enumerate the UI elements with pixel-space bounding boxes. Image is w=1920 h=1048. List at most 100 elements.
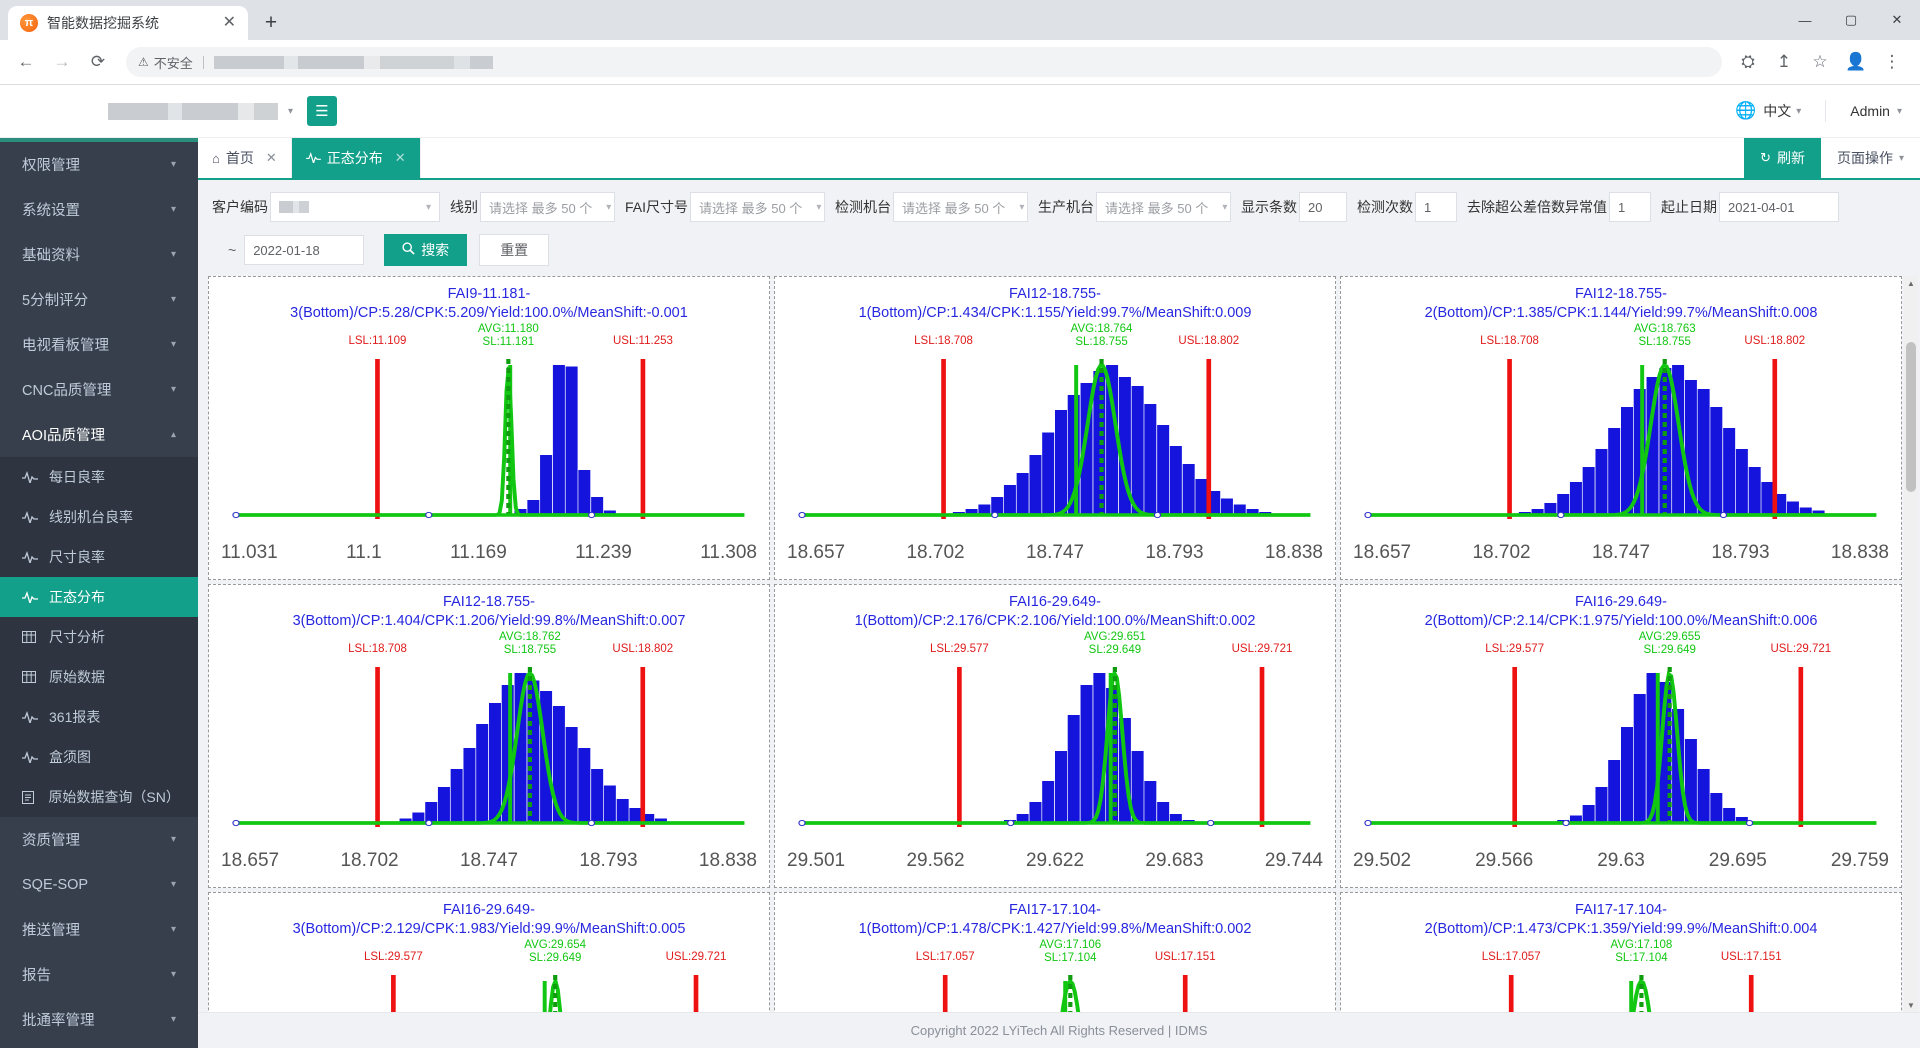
- sidebar-group-5point-score[interactable]: 5分制评分 ▾: [0, 277, 198, 322]
- chevron-down-icon[interactable]: ▾: [288, 106, 293, 117]
- search-button[interactable]: 搜索: [384, 234, 467, 266]
- page-tab-bar: ⌂ 首页 ✕ 正态分布 ✕ ↻ 刷新 页面操作 ▾: [198, 138, 1920, 180]
- chart-card[interactable]: FAI16-29.649-2(Bottom)/CP:2.14/CPK:1.975…: [1340, 584, 1902, 888]
- share-icon[interactable]: ↥: [1768, 46, 1800, 78]
- sidebar-group-sqe-sop[interactable]: SQE-SOP ▾: [0, 862, 198, 907]
- sidebar-group-push-management[interactable]: 推送管理 ▾: [0, 907, 198, 952]
- page-operations-label: 页面操作: [1837, 148, 1893, 168]
- chart-card[interactable]: FAI16-29.649-1(Bottom)/CP:2.176/CPK:2.10…: [774, 584, 1336, 888]
- window-close-icon[interactable]: ✕: [1874, 0, 1920, 40]
- normal-curve: [1366, 981, 1877, 1012]
- forward-icon[interactable]: →: [46, 46, 78, 78]
- maximize-icon[interactable]: ▢: [1828, 0, 1874, 40]
- vertical-scrollbar[interactable]: ▲ ▼: [1904, 276, 1918, 1012]
- reset-button[interactable]: 重置: [479, 234, 549, 266]
- bookmark-star-icon[interactable]: ☆: [1804, 46, 1836, 78]
- pulse-icon: [22, 711, 41, 723]
- date-start-input[interactable]: 2021-04-01: [1719, 192, 1839, 222]
- chart-card[interactable]: FAI12-18.755-1(Bottom)/CP:1.434/CPK:1.15…: [774, 276, 1336, 580]
- line-select[interactable]: 请选择 最多 50 个 ▾: [480, 192, 615, 222]
- sidebar-group-basic-data[interactable]: 基础资料 ▾: [0, 232, 198, 277]
- avg-value: AVG:29.654: [524, 939, 586, 951]
- globe-icon[interactable]: 🌐: [1735, 101, 1756, 121]
- customer-code-select[interactable]: ▾: [270, 192, 440, 222]
- close-icon[interactable]: ✕: [266, 150, 277, 166]
- tab-strip-inner: π 智能数据挖掘系统 ✕ +: [0, 0, 288, 40]
- chart-card[interactable]: FAI12-18.755-3(Bottom)/CP:1.404/CPK:1.20…: [208, 584, 770, 888]
- production-machine-select[interactable]: 请选择 最多 50 个 ▾: [1096, 192, 1231, 222]
- usl-label: USL:18.802: [612, 643, 673, 655]
- outlier-multiplier-input[interactable]: 1: [1609, 192, 1651, 222]
- inspect-machine-select[interactable]: 请选择 最多 50 个 ▾: [893, 192, 1028, 222]
- avg-sl-label: AVG:18.762SL:18.755: [499, 631, 561, 657]
- chart-card[interactable]: FAI9-11.181-3(Bottom)/CP:5.28/CPK:5.209/…: [208, 276, 770, 580]
- sidebar-item-line-machine-yield[interactable]: 线别机台良率: [0, 497, 198, 537]
- avg-value: AVG:18.762: [499, 631, 561, 643]
- filter-customer-code: 客户编码 ▾: [212, 192, 440, 222]
- sidebar-item-dimension-yield[interactable]: 尺寸良率: [0, 537, 198, 577]
- customer-code-value: [279, 201, 309, 213]
- tab-home[interactable]: ⌂ 首页 ✕: [198, 138, 292, 178]
- menu-toggle-button[interactable]: ☰: [307, 96, 337, 126]
- chevron-down-icon[interactable]: ▾: [1796, 106, 1801, 117]
- profile-icon[interactable]: 👤: [1840, 46, 1872, 78]
- filter-date-range-end: ~ 2022-01-18: [226, 235, 364, 265]
- sidebar-group-report[interactable]: 报告 ▾: [0, 952, 198, 997]
- sidebar-group-system-settings[interactable]: 系统设置 ▾: [0, 187, 198, 232]
- user-name-label[interactable]: Admin: [1850, 103, 1890, 119]
- sidebar-group-cnc-quality[interactable]: CNC品质管理 ▾: [0, 367, 198, 412]
- sidebar-item-361-report[interactable]: 361报表: [0, 697, 198, 737]
- extension-icon[interactable]: ⛭: [1732, 46, 1764, 78]
- chart-card[interactable]: FAI17-17.104-1(Bottom)/CP:1.478/CPK:1.42…: [774, 892, 1336, 1012]
- sidebar-item-normal-distribution[interactable]: 正态分布: [0, 577, 198, 617]
- filter-label: 检测次数: [1357, 197, 1413, 217]
- usl-label: USL:11.253: [613, 335, 673, 347]
- favicon-icon: π: [20, 14, 38, 32]
- new-tab-button[interactable]: +: [254, 6, 288, 40]
- chevron-down-icon[interactable]: ▾: [1897, 106, 1902, 117]
- browser-tab[interactable]: π 智能数据挖掘系统 ✕: [8, 6, 248, 40]
- fai-size-select[interactable]: 请选择 最多 50 个 ▾: [690, 192, 825, 222]
- sidebar-group-tv-dashboard[interactable]: 电视看板管理 ▾: [0, 322, 198, 367]
- chart-card[interactable]: FAI16-29.649-3(Bottom)/CP:2.129/CPK:1.98…: [208, 892, 770, 1012]
- filter-label: 起止日期: [1661, 197, 1717, 217]
- scroll-up-icon[interactable]: ▲: [1904, 276, 1918, 290]
- chart-scroll-container[interactable]: FAI9-11.181-3(Bottom)/CP:5.28/CPK:5.209/…: [208, 276, 1920, 1012]
- scroll-down-icon[interactable]: ▼: [1904, 998, 1918, 1012]
- chart-card[interactable]: FAI17-17.104-2(Bottom)/CP:1.473/CPK:1.35…: [1340, 892, 1902, 1012]
- address-bar[interactable]: ⚠ 不安全: [126, 47, 1722, 77]
- security-indicator[interactable]: ⚠ 不安全: [138, 53, 193, 72]
- back-icon[interactable]: ←: [10, 46, 42, 78]
- sidebar: 权限管理 ▾ 系统设置 ▾ 基础资料 ▾ 5分制评分 ▾ 电视看板管理 ▾ CN…: [0, 138, 198, 1048]
- filter-label: 去除超公差倍数异常值: [1467, 197, 1607, 217]
- reload-icon[interactable]: ⟳: [82, 46, 114, 78]
- normal-curve: [234, 981, 745, 1012]
- normal-curve: [234, 366, 745, 514]
- inspect-machine-placeholder: 请选择 最多 50 个: [902, 198, 1005, 217]
- distribution-plot: [1347, 637, 1895, 852]
- language-label[interactable]: 中文: [1763, 101, 1791, 121]
- inspect-times-input[interactable]: 1: [1415, 192, 1457, 222]
- refresh-button[interactable]: ↻ 刷新: [1744, 138, 1821, 178]
- sidebar-group-permission[interactable]: 权限管理 ▾: [0, 142, 198, 187]
- sidebar-group-aoi-quality[interactable]: AOI品质管理 ▾: [0, 412, 198, 457]
- chart-card[interactable]: FAI12-18.755-2(Bottom)/CP:1.385/CPK:1.14…: [1340, 276, 1902, 580]
- x-tick-label: 29.683: [1145, 850, 1203, 872]
- page-operations-button[interactable]: 页面操作 ▾: [1821, 148, 1920, 168]
- scrollbar-thumb[interactable]: [1906, 342, 1916, 492]
- browser-menu-icon[interactable]: ⋮: [1876, 46, 1908, 78]
- sidebar-group-label: 基础资料: [22, 244, 80, 265]
- sidebar-item-dimension-analysis[interactable]: 尺寸分析: [0, 617, 198, 657]
- sidebar-item-raw-data-query-sn[interactable]: 原始数据查询（SN）: [0, 777, 198, 817]
- close-icon[interactable]: ✕: [219, 15, 240, 31]
- date-end-input[interactable]: 2022-01-18: [244, 235, 364, 265]
- sidebar-item-raw-data[interactable]: 原始数据: [0, 657, 198, 697]
- sidebar-group-qualification[interactable]: 资质管理 ▾: [0, 817, 198, 862]
- close-icon[interactable]: ✕: [395, 150, 406, 166]
- display-count-input[interactable]: 20: [1299, 192, 1347, 222]
- tab-normal-distribution[interactable]: 正态分布 ✕: [292, 138, 421, 178]
- sidebar-item-box-plot[interactable]: 盒须图: [0, 737, 198, 777]
- sidebar-item-daily-yield[interactable]: 每日良率: [0, 457, 198, 497]
- minimize-icon[interactable]: —: [1782, 0, 1828, 40]
- sidebar-group-batch-pass-rate[interactable]: 批通率管理 ▾: [0, 997, 198, 1042]
